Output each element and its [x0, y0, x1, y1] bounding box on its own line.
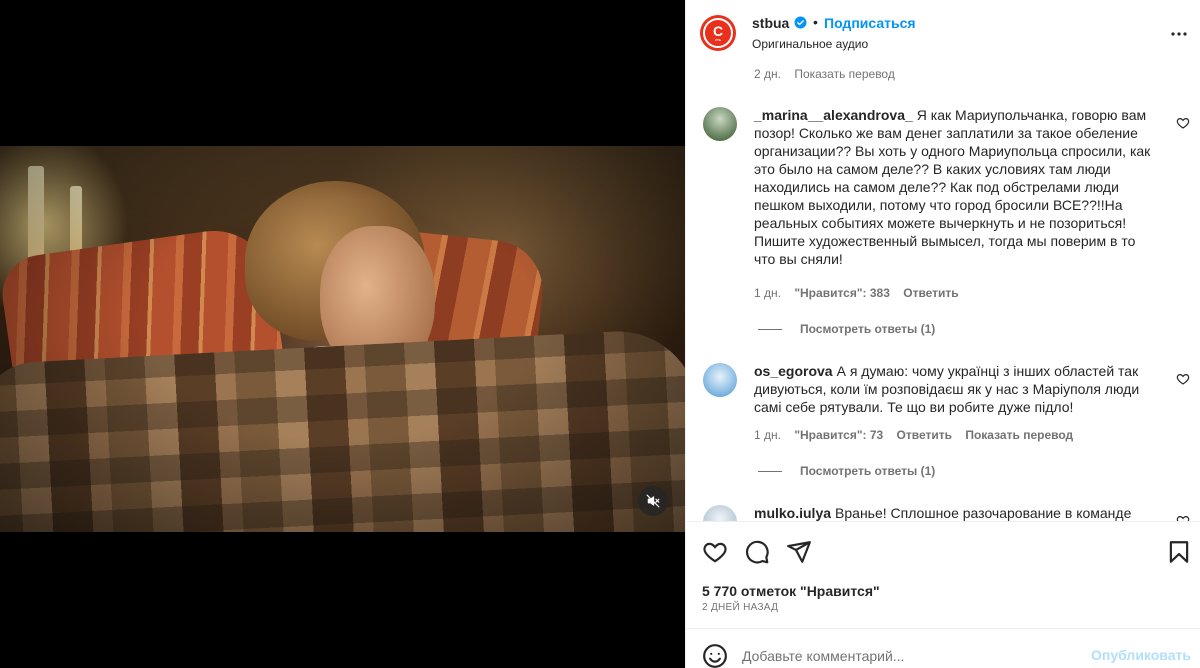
comment-meta: 1 дн. "Нравится": 383 Ответить — [754, 286, 969, 300]
publish-button[interactable]: Опубликовать — [1091, 647, 1191, 663]
replies-divider — [758, 470, 782, 472]
comment-time: 1 дн. — [754, 286, 781, 300]
avatar[interactable] — [703, 363, 737, 397]
comment-text: os_egorova А я думаю: чому українці з інш… — [754, 362, 1154, 416]
comment-text: mulko.iulya Вранье! Сплошное разочаровани… — [754, 504, 1154, 521]
comment-username[interactable]: mulko.iulya — [754, 505, 831, 521]
mute-button[interactable] — [638, 486, 668, 516]
avatar[interactable] — [703, 505, 737, 521]
heart-icon[interactable] — [702, 539, 728, 565]
action-bar — [686, 532, 1200, 572]
author-username[interactable]: stbua — [752, 15, 789, 31]
heart-outline-icon[interactable] — [1176, 514, 1190, 521]
stb-logo-icon: С СТБ — [703, 18, 733, 48]
bookmark-icon[interactable] — [1166, 539, 1192, 565]
reply-button[interactable]: Ответить — [903, 286, 958, 300]
comments-list[interactable]: 2 дн. Показать перевод _marina__alexandr… — [686, 66, 1200, 521]
show-translation-link[interactable]: Показать перевод — [794, 67, 895, 81]
view-replies-label: Посмотреть ответы (1) — [800, 464, 936, 478]
logo-caption: СТБ — [714, 38, 722, 42]
more-horizontal-icon — [1171, 32, 1187, 36]
comment-body: Я как Мариупольчанка, говорю вам позор! … — [754, 107, 1151, 267]
view-replies-button[interactable]: Посмотреть ответы (1) — [758, 322, 935, 336]
post-date: 2 ДНЕЙ НАЗАД — [702, 602, 779, 613]
comment-username[interactable]: _marina__alexandrova_ — [754, 107, 913, 123]
speaker-muted-icon — [646, 494, 660, 508]
comment-icon[interactable] — [744, 539, 770, 565]
comment-meta: 2 дн. Показать перевод — [754, 67, 895, 81]
post-header: С СТБ stbua • Подписаться Оригинальное а… — [686, 0, 1200, 66]
more-options-button[interactable] — [1167, 22, 1191, 46]
follow-button[interactable]: Подписаться — [824, 15, 916, 31]
reply-button[interactable]: Ответить — [897, 428, 952, 442]
section-divider — [686, 521, 1200, 522]
audio-label[interactable]: Оригинальное аудио — [752, 37, 868, 51]
share-icon[interactable] — [786, 539, 812, 565]
heart-outline-icon[interactable] — [1176, 372, 1190, 386]
show-translation-link[interactable]: Показать перевод — [965, 428, 1073, 442]
comment-meta: 1 дн. "Нравится": 73 Ответить Показать п… — [754, 428, 1083, 442]
avatar[interactable]: С СТБ — [700, 15, 736, 51]
comment-time: 1 дн. — [754, 428, 781, 442]
comment-body: Вранье! Сплошное разочарование в команде — [835, 505, 1132, 521]
comment-time: 2 дн. — [754, 67, 781, 81]
replies-divider — [758, 328, 782, 330]
post-panel: С СТБ stbua • Подписаться Оригинальное а… — [685, 0, 1200, 668]
media-pane — [0, 0, 685, 668]
video-player[interactable] — [0, 146, 685, 532]
avatar[interactable] — [703, 107, 737, 141]
section-divider — [686, 628, 1200, 629]
video-frame-vignette — [0, 146, 685, 532]
comment-input[interactable] — [742, 644, 1082, 668]
likes-count[interactable]: 5 770 отметок "Нравится" — [702, 583, 880, 599]
heart-outline-icon[interactable] — [1176, 116, 1190, 130]
comment-username[interactable]: os_egorova — [754, 363, 833, 379]
comment-likes[interactable]: "Нравится": 73 — [794, 428, 883, 442]
view-replies-label: Посмотреть ответы (1) — [800, 322, 936, 336]
separator-dot: • — [813, 14, 818, 30]
comment-text: _marina__alexandrova_ Я как Мариупольчанк… — [754, 106, 1154, 268]
logo-letter: С — [712, 23, 724, 39]
view-replies-button[interactable]: Посмотреть ответы (1) — [758, 464, 935, 478]
comment-likes[interactable]: "Нравится": 383 — [794, 286, 890, 300]
verified-badge-icon — [794, 16, 807, 29]
emoji-icon[interactable] — [702, 643, 728, 668]
